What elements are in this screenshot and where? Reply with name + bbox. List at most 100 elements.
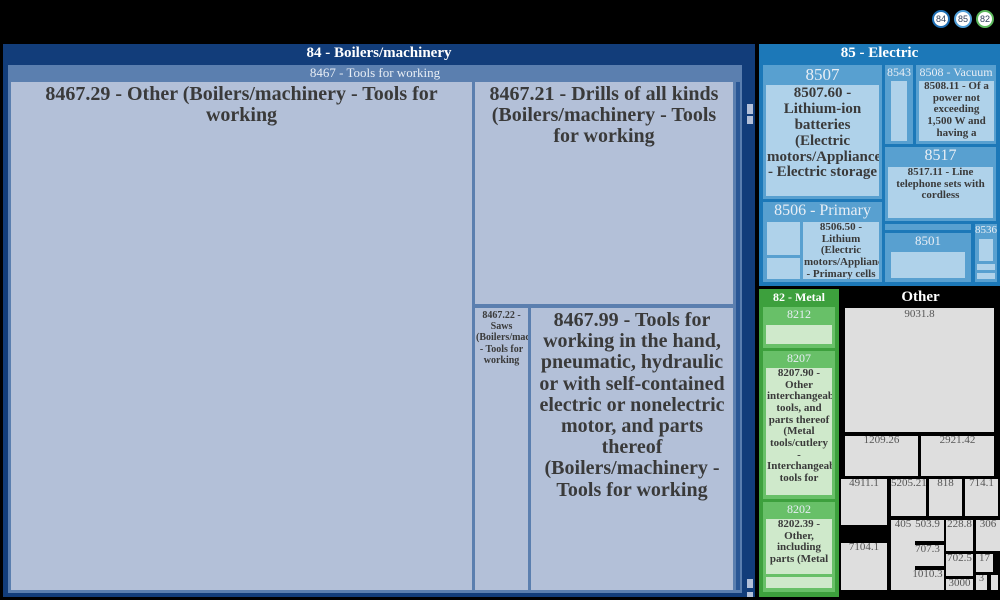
- treemap-micro-tile[interactable]: [747, 116, 753, 124]
- treemap-sliver-column[interactable]: [736, 82, 740, 590]
- treemap-micro-tile[interactable]: [747, 579, 753, 588]
- leaf-value: 7104.1: [848, 543, 880, 553]
- treemap-leaf-8202-39[interactable]: 8202.39 - Other, including parts (Metal: [766, 519, 832, 574]
- treemap-micro-tile[interactable]: [747, 592, 753, 597]
- subgroup-8467-title: 8467 - Tools for working: [309, 65, 441, 80]
- leaf-8506-50-label: 8506.50 - Lithium (Electric motors/Appli…: [804, 222, 879, 279]
- treemap-leaf-other[interactable]: 707.3: [911, 545, 944, 566]
- treemap-leaf-other[interactable]: 228.8: [946, 520, 973, 551]
- group-85-title: 85 - Electric: [840, 45, 919, 61]
- treemap-subgroup-8507[interactable]: 8507 8507.60 - Lithium-ion batteries (El…: [763, 65, 882, 199]
- treemap-leaf-8507-60[interactable]: 8507.60 - Lithium-ion batteries (Electri…: [766, 85, 879, 196]
- treemap-leaf-other[interactable]: 7104.1: [841, 543, 887, 590]
- treemap-leaf-8536-c[interactable]: [977, 273, 995, 279]
- treemap-leaf-8467-99[interactable]: 8467.99 - Tools for working in the hand,…: [531, 308, 733, 590]
- treemap-leaf-other[interactable]: 17: [976, 554, 993, 572]
- treemap-leaf-8506-aux-1[interactable]: [767, 222, 800, 255]
- leaf-8467-29-label: 8467.29 - Other (Boilers/machinery - Too…: [45, 84, 438, 127]
- treemap-leaf-8536-b[interactable]: [977, 264, 995, 270]
- leaf-value: 3000: [948, 579, 971, 589]
- leaf-value: 707.3: [915, 545, 940, 555]
- treemap-leaf-other[interactable]: 818: [929, 479, 962, 516]
- leaf-value: 2921.42: [939, 436, 976, 446]
- leaf-value: 1010.3: [912, 570, 943, 580]
- treemap-leaf-8207-90[interactable]: 8207.90 - Other interchangeable tools, a…: [766, 368, 832, 495]
- group-84-title: 84 - Boilers/machinery: [306, 45, 452, 61]
- treemap-leaf-8543[interactable]: [891, 81, 907, 141]
- treemap-leaf-other[interactable]: 702.5: [946, 554, 973, 576]
- leaf-8467-22-label: 8467.22 - Saws (Boilers/machinery - Tool…: [476, 310, 528, 366]
- treemap-subgroup-8212[interactable]: 8212: [763, 307, 835, 348]
- treemap-leaf-8506-aux-2[interactable]: [767, 258, 800, 279]
- treemap-leaf-other[interactable]: 306: [976, 520, 1000, 551]
- treemap-leaf-8212[interactable]: [766, 325, 832, 344]
- treemap-subgroup-8202[interactable]: 8202 8202.39 - Other, including parts (M…: [763, 502, 835, 592]
- treemap-subgroup-8467[interactable]: 8467 - Tools for working 8467.29 - Other…: [8, 65, 742, 593]
- subgroup-8207-title: 8207: [787, 351, 811, 365]
- leaf-value: 228.8: [947, 520, 972, 530]
- treemap-leaf-other[interactable]: 2921.42: [921, 436, 994, 476]
- group-82-title: 82 - Metal: [773, 290, 825, 304]
- treemap-root: 84 85 82 84 - Boilers/machinery 8467 - T…: [0, 0, 1000, 600]
- treemap-leaf-8508-11[interactable]: 8508.11 - Of a power not exceeding 1,500…: [919, 81, 994, 141]
- treemap-leaf-other[interactable]: 1209.26: [845, 436, 918, 476]
- subgroup-8507-title: 8507: [805, 65, 840, 84]
- chapter-82-legend-badge[interactable]: 82: [976, 10, 994, 28]
- subgroup-8202-title: 8202: [787, 502, 811, 516]
- leaf-8508-11-label: 8508.11 - Of a power not exceeding 1,500…: [924, 81, 989, 139]
- treemap-leaf-other[interactable]: 3: [976, 575, 987, 590]
- treemap-group-85[interactable]: 85 - Electric 8507 8507.60 - Lithium-ion…: [759, 44, 1000, 286]
- treemap-leaf-other[interactable]: 4911.1: [841, 479, 887, 525]
- subgroup-8508-title: 8508 - Vacuum: [919, 65, 993, 79]
- treemap-leaf-8501[interactable]: [891, 252, 965, 278]
- subgroup-8506-title: 8506 - Primary: [774, 202, 871, 219]
- legend: 84 85 82: [932, 10, 994, 28]
- leaf-value: 306: [979, 520, 997, 530]
- treemap-subgroup-8536[interactable]: 8536: [975, 224, 997, 282]
- leaf-8467-21-label: 8467.21 - Drills of all kinds (Boilers/m…: [489, 84, 719, 148]
- leaf-value: 702.5: [947, 554, 972, 564]
- subgroup-8543-title: 8543: [887, 65, 911, 79]
- chapter-85-legend-badge[interactable]: 85: [954, 10, 972, 28]
- leaf-value: 818: [937, 479, 954, 489]
- treemap-group-84[interactable]: 84 - Boilers/machinery 8467 - Tools for …: [3, 44, 755, 597]
- leaf-value: 17: [979, 554, 990, 564]
- treemap-group-other[interactable]: Other 9031.8 1209.26 2921.42 4911.1 5205…: [841, 289, 1000, 597]
- treemap-leaf-8536[interactable]: [979, 239, 993, 261]
- leaf-8517-11-label: 8517.11 - Line telephone sets with cordl…: [896, 167, 985, 202]
- treemap-leaf-other-residual[interactable]: [991, 575, 998, 590]
- treemap-micro-tile[interactable]: [747, 104, 753, 114]
- treemap-subgroup-8508[interactable]: 8508 - Vacuum 8508.11 - Of a power not e…: [916, 65, 996, 144]
- leaf-8207-90-label: 8207.90 - Other interchangeable tools, a…: [767, 368, 832, 484]
- leaf-value: 3: [979, 575, 984, 584]
- treemap-subgroup-8501[interactable]: 8501: [885, 233, 971, 282]
- treemap-leaf-other[interactable]: 3000: [946, 579, 973, 590]
- treemap-leaf-8506-50[interactable]: 8506.50 - Lithium (Electric motors/Appli…: [803, 222, 879, 279]
- treemap-leaf-8467-21[interactable]: 8467.21 - Drills of all kinds (Boilers/m…: [475, 82, 733, 304]
- treemap-subgroup-divider: [885, 224, 971, 230]
- treemap-leaf-other[interactable]: 1010.3: [911, 570, 944, 590]
- leaf-value: 503.9: [915, 520, 940, 530]
- treemap-leaf-8202-aux[interactable]: [766, 577, 832, 588]
- leaf-value: 5205.21: [891, 479, 926, 489]
- leaf-value: 4911.1: [849, 479, 879, 489]
- subgroup-8212-title: 8212: [787, 307, 811, 321]
- leaf-value: 714.1: [969, 479, 994, 489]
- subgroup-8517-title: 8517: [924, 147, 957, 164]
- subgroup-8501-title: 8501: [915, 233, 941, 248]
- treemap-leaf-other[interactable]: 503.9: [911, 520, 944, 541]
- chapter-84-legend-badge[interactable]: 84: [932, 10, 950, 28]
- treemap-leaf-8467-22[interactable]: 8467.22 - Saws (Boilers/machinery - Tool…: [475, 308, 528, 590]
- subgroup-8536-title: 8536: [975, 224, 997, 236]
- treemap-leaf-other[interactable]: 714.1: [965, 479, 998, 516]
- treemap-group-82[interactable]: 82 - Metal 8212 8207 8207.90 - Other int…: [759, 289, 839, 597]
- treemap-subgroup-8517[interactable]: 8517 8517.11 - Line telephone sets with …: [885, 147, 996, 221]
- treemap-leaf-other[interactable]: 5205.21: [891, 479, 926, 516]
- treemap-subgroup-8543[interactable]: 8543: [885, 65, 913, 144]
- treemap-leaf-other[interactable]: 9031.8: [845, 308, 994, 432]
- treemap-leaf-8517-11[interactable]: 8517.11 - Line telephone sets with cordl…: [888, 167, 993, 218]
- leaf-8467-99-label: 8467.99 - Tools for working in the hand,…: [539, 310, 725, 501]
- treemap-subgroup-8207[interactable]: 8207 8207.90 - Other interchangeable too…: [763, 351, 835, 499]
- treemap-leaf-8467-29[interactable]: 8467.29 - Other (Boilers/machinery - Too…: [11, 82, 472, 590]
- treemap-subgroup-8506[interactable]: 8506 - Primary 8506.50 - Lithium (Electr…: [763, 202, 882, 282]
